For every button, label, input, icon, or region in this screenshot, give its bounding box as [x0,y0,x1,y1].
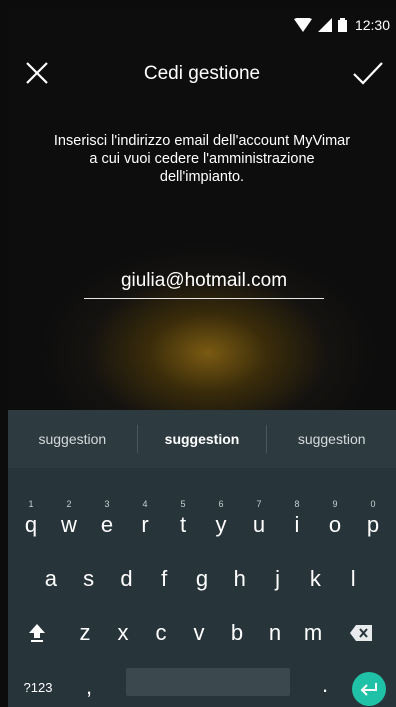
key-hint: 4 [142,499,148,509]
key-letter: p [366,512,380,537]
status-bar: 12:30 [8,8,396,40]
key-y[interactable]: 6y [202,499,240,538]
key-letter: w [61,512,77,537]
comma-key[interactable]: , [68,674,110,700]
key-o[interactable]: 9o [316,499,354,538]
key-letter: q [24,512,38,537]
signal-icon [317,18,332,32]
key-hint: 6 [218,499,224,509]
instruction-text: Inserisci l'indirizzo email dell'account… [8,132,396,186]
key-letter: e [100,512,114,537]
confirm-button[interactable] [352,60,386,90]
keyboard-row-2: a s d f g h j k l [32,566,372,592]
key-b[interactable]: b [218,620,256,649]
space-key[interactable] [126,668,290,696]
key-hint: 3 [104,499,110,509]
email-field[interactable] [84,270,324,299]
instruction-line-1: Inserisci l'indirizzo email dell'account… [53,133,351,149]
enter-key[interactable] [352,672,386,706]
key-hint: 0 [370,499,376,509]
key-hint: 5 [180,499,186,509]
screen: 12:30 Cedi gestione Inserisci l'indirizz… [8,8,396,707]
status-time: 12:30 [354,17,390,33]
keyboard: suggestion suggestion suggestion 1q 2w 3… [8,410,396,707]
suggestion-left[interactable]: suggestion [8,431,137,447]
key-r[interactable]: 4r [126,499,164,538]
key-hint: 7 [256,499,262,509]
instruction-line-2: a cui vuoi cedere l'amministrazione [89,151,315,167]
key-hint: 1 [28,499,34,509]
key-j[interactable]: j [259,566,297,592]
key-q[interactable]: 1q [12,499,50,538]
period-key[interactable]: . [314,672,336,698]
check-icon [353,62,383,85]
key-letter: i [294,512,300,537]
keyboard-row-3: z x c v b n m [8,620,396,649]
key-g[interactable]: g [183,566,221,592]
key-f[interactable]: f [145,566,183,592]
key-hint: 2 [66,499,72,509]
key-letter: t [179,512,187,537]
key-h[interactable]: h [221,566,259,592]
shift-key[interactable] [8,620,66,649]
key-p[interactable]: 0p [354,499,392,538]
page-title: Cedi gestione [143,63,261,84]
key-i[interactable]: 8i [278,499,316,538]
key-x[interactable]: x [104,620,142,649]
instruction-line-3: dell'impianto. [159,169,245,185]
key-w[interactable]: 2w [50,499,88,538]
suggestion-right[interactable]: suggestion [267,431,396,447]
key-m[interactable]: m [294,620,332,649]
shift-icon [29,624,45,642]
symbols-key[interactable]: ?123 [8,674,68,700]
keyboard-row-1: 1q 2w 3e 4r 5t 6y 7u 8i 9o 0p [12,499,392,538]
key-hint: 9 [332,499,338,509]
key-k[interactable]: k [296,566,334,592]
key-e[interactable]: 3e [88,499,126,538]
key-u[interactable]: 7u [240,499,278,538]
key-l[interactable]: l [334,566,372,592]
suggestion-center[interactable]: suggestion [138,431,267,447]
key-hint: 8 [294,499,300,509]
key-letter: r [141,512,149,537]
backspace-key[interactable] [332,620,390,649]
key-d[interactable]: d [108,566,146,592]
key-n[interactable]: n [256,620,294,649]
key-letter: y [215,512,227,537]
wifi-icon [293,18,312,32]
enter-icon [360,683,377,696]
key-t[interactable]: 5t [164,499,202,538]
key-a[interactable]: a [32,566,70,592]
key-c[interactable]: c [142,620,180,649]
key-z[interactable]: z [66,620,104,649]
battery-icon [337,18,347,32]
app-bar: Cedi gestione [8,48,396,98]
key-letter: o [328,512,342,537]
key-s[interactable]: s [70,566,108,592]
key-letter: u [252,512,266,537]
backspace-icon [350,625,372,641]
key-v[interactable]: v [180,620,218,649]
suggestion-strip: suggestion suggestion suggestion [8,410,396,468]
